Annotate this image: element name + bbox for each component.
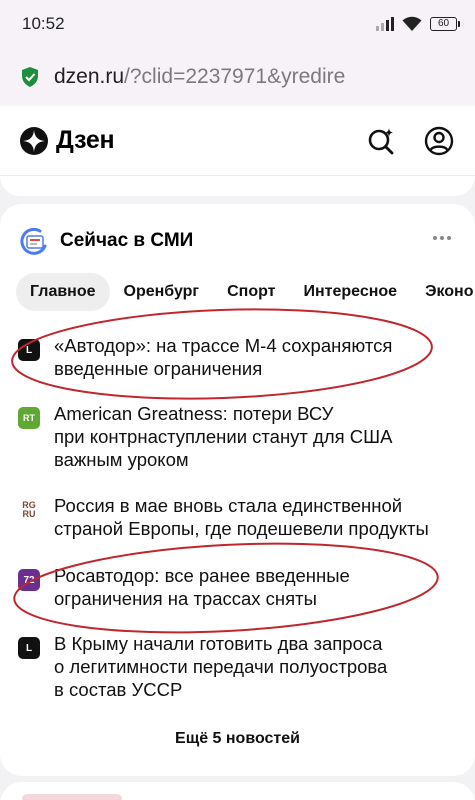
next-card-chip <box>22 794 122 800</box>
news-line: Росавтодор: все ранее введенные <box>54 565 350 586</box>
url-bar[interactable]: dzen.ru/?clid=2237971&yredire <box>0 48 475 106</box>
battery-icon: 60 <box>430 17 460 31</box>
url-text[interactable]: dzen.ru/?clid=2237971&yredire <box>54 65 474 89</box>
news-line: American Greatness: потери ВСУ <box>54 403 334 424</box>
news-item[interactable]: RT American Greatness: потери ВСУ при ко… <box>0 402 475 471</box>
wifi-icon <box>402 16 422 31</box>
news-line: о легитимности передачи полуострова <box>54 656 388 677</box>
battery-level: 60 <box>437 18 450 29</box>
app-header: Дзен <box>0 106 475 176</box>
news-item[interactable]: L В Крыму начали готовить два запроса о … <box>0 632 475 701</box>
dzen-logo[interactable]: Дзен <box>20 126 115 155</box>
tab-orenburg[interactable]: Оренбург <box>110 273 214 311</box>
next-card-edge <box>0 782 475 800</box>
header-actions <box>365 125 455 157</box>
tab-economy[interactable]: Эконо <box>411 273 475 311</box>
source-72-icon: 72 <box>18 569 40 591</box>
status-time: 10:52 <box>22 14 65 33</box>
news-card-title: Сейчас в СМИ <box>60 230 194 251</box>
status-bar: 10:52 60 <box>0 0 475 48</box>
url-path: /?clid=2237971&yredire <box>124 65 346 88</box>
url-host: dzen.ru <box>54 65 125 88</box>
more-options-icon[interactable] <box>433 236 451 240</box>
previous-card-edge <box>0 176 475 196</box>
source-l-icon: L <box>18 339 40 361</box>
news-card-header: Сейчас в СМИ <box>0 222 475 260</box>
search-ai-icon <box>368 127 394 154</box>
source-rt-icon: RT <box>18 407 40 429</box>
tab-sport[interactable]: Спорт <box>213 273 289 311</box>
tab-main[interactable]: Главное <box>16 273 110 311</box>
news-line: введенные ограничения <box>54 358 263 379</box>
news-line: при контрнаступлении станут для США <box>54 426 393 447</box>
news-item[interactable]: RG RU Россия в мае вновь стала единствен… <box>0 494 475 540</box>
news-line: В Крыму начали готовить два запроса <box>54 633 383 654</box>
news-tabs: Главное Оренбург Спорт Интересное Эконо <box>16 272 475 312</box>
news-item[interactable]: 72 Росавтодор: все ранее введенные огран… <box>0 564 475 610</box>
profile-button[interactable] <box>423 125 455 157</box>
news-line: ограничения на трассах сняты <box>54 588 317 609</box>
source-rg-icon: RG RU <box>18 499 40 521</box>
profile-icon <box>424 126 454 155</box>
more-news-button[interactable]: Ещё 5 новостей <box>0 730 475 748</box>
news-item[interactable]: L «Автодор»: на трассе М-4 сохраняются в… <box>0 334 475 380</box>
news-line: в состав УССР <box>54 679 183 700</box>
search-ai-button[interactable] <box>365 125 397 157</box>
source-rg-label: RG RU <box>22 500 36 519</box>
shield-check-icon[interactable] <box>20 66 40 88</box>
signal-icon <box>376 17 394 31</box>
news-line: важным уроком <box>54 449 189 470</box>
logo-text: Дзен <box>56 126 115 154</box>
source-l-icon: L <box>18 637 40 659</box>
news-line: страной Европы, где подешевели продукты <box>54 518 429 539</box>
status-icons: 60 <box>376 16 460 32</box>
news-card: Сейчас в СМИ Главное Оренбург Спорт Инте… <box>0 204 475 776</box>
tab-interesting[interactable]: Интересное <box>289 273 411 311</box>
news-source-icon <box>20 227 47 255</box>
dzen-star-icon <box>20 126 48 155</box>
news-line: «Автодор»: на трассе М-4 сохраняются <box>54 335 393 356</box>
news-line: Россия в мае вновь стала единственной <box>54 495 403 516</box>
